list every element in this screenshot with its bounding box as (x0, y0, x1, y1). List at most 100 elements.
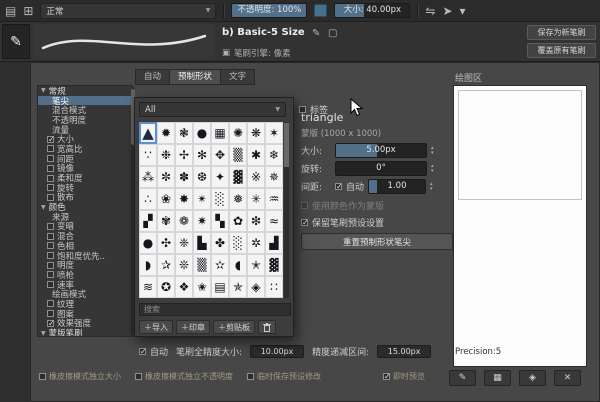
brush-tip-36[interactable]: ▚ (211, 210, 229, 232)
full-precision-input[interactable]: 10.00px (250, 345, 305, 358)
eraser-size-checkbox[interactable]: 橡皮擦模式独立大小 (39, 371, 121, 382)
option-明度[interactable]: 明度 (38, 260, 132, 271)
brush-tip-8[interactable]: ∵ (139, 144, 157, 166)
brush-tip-58[interactable]: ❖ (175, 276, 193, 298)
spinner-arrows[interactable]: ▴ ▾ (431, 145, 434, 156)
brush-tip-52[interactable]: ✫ (211, 254, 229, 276)
brush-tip-62[interactable]: ◈ (247, 276, 265, 298)
use-color-as-mask-checkbox[interactable]: 使用颜色作为蒙版 (301, 199, 384, 212)
brush-tip-25[interactable]: ❀ (157, 188, 175, 210)
brush-tip-22[interactable]: ※ (247, 166, 265, 188)
scratchpad-canvas[interactable] (453, 85, 587, 367)
brush-tip-53[interactable]: ◖ (229, 254, 247, 276)
brush-tip-40[interactable]: ● (139, 232, 157, 254)
document-icon[interactable]: ▤ (5, 5, 16, 17)
preserve-preset-checkbox[interactable]: 保留笔刷预设设置 (301, 216, 384, 229)
blend-mode-select[interactable]: 正常 ▼ (40, 2, 217, 19)
option-效果强度[interactable]: 效果强度 (38, 319, 132, 329)
brush-tip-28[interactable]: ░ (211, 188, 229, 210)
brush-tip-16[interactable]: ⁂ (139, 166, 157, 188)
brush-tip-49[interactable]: ✰ (157, 254, 175, 276)
fill-gradient-button[interactable]: ◈ (519, 370, 546, 386)
temp-save-checkbox[interactable]: 临时保存预设修改 (247, 371, 321, 382)
brush-tip-60[interactable]: ▤ (211, 276, 229, 298)
brush-tip-63[interactable]: ∷ (265, 276, 283, 298)
flow-icon[interactable]: ➤ (442, 5, 452, 17)
brush-tip-42[interactable]: ❈ (175, 232, 193, 254)
brush-tip-34[interactable]: ❁ (175, 210, 193, 232)
brush-tip-0[interactable]: ▲ (139, 122, 157, 144)
brush-tip-24[interactable]: ∴ (139, 188, 157, 210)
pressure-toggle-icon[interactable] (314, 4, 328, 17)
brush-tip-2[interactable]: ❃ (175, 122, 193, 144)
brush-tip-44[interactable]: ✤ (211, 232, 229, 254)
brush-tip-12[interactable]: ✥ (211, 144, 229, 166)
grid-icon[interactable]: ⊞ (23, 5, 33, 17)
spinner-arrows[interactable]: ▴ ▾ (430, 181, 433, 192)
brush-tip-23[interactable]: ✵ (265, 166, 283, 188)
tab-0[interactable]: 自动 (135, 69, 170, 85)
option-喷枪[interactable]: 喷枪 (38, 270, 132, 281)
brush-tip-21[interactable]: ▓ (229, 166, 247, 188)
tab-1[interactable]: 预制形状 (169, 69, 221, 85)
brush-tip-59[interactable]: ✬ (193, 276, 211, 298)
clear-scratchpad-button[interactable]: ✕ (554, 370, 581, 386)
fill-brush-button[interactable]: ✎ (449, 370, 476, 386)
option-大小[interactable]: 大小 (38, 134, 132, 145)
import-brush-button[interactable]: ＋导入 (139, 320, 173, 334)
tip-size-slider[interactable]: 5.00px (335, 143, 427, 158)
brush-tip-48[interactable]: ◗ (139, 254, 157, 276)
brush-tip-13[interactable]: ▒ (229, 144, 247, 166)
option-蒙版笔刷[interactable]: ▼ 蒙版笔刷 (38, 328, 132, 336)
brush-tip-29[interactable]: ❅ (229, 188, 247, 210)
precision-auto-checkbox[interactable]: 自动 (139, 345, 168, 358)
option-间距[interactable]: 间距 (38, 154, 132, 165)
brush-tip-17[interactable]: ✼ (157, 166, 175, 188)
fade-precision-input[interactable]: 15.00px (377, 345, 432, 358)
grid-scrollbar[interactable] (284, 122, 289, 298)
brush-tip-27[interactable]: ✴ (193, 188, 211, 210)
more-options-chevron-icon[interactable]: ▾ (460, 5, 466, 17)
brush-tip-33[interactable]: ✾ (157, 210, 175, 232)
option-宽高比[interactable]: 宽高比 (38, 144, 132, 155)
brush-tip-15[interactable]: ❄ (265, 144, 283, 166)
brush-tip-56[interactable]: ≋ (139, 276, 157, 298)
option-镜像[interactable]: 镜像 (38, 164, 132, 174)
brush-tip-9[interactable]: ❉ (157, 144, 175, 166)
brush-tip-19[interactable]: ❆ (193, 166, 211, 188)
spinner-arrows[interactable]: ▴ ▾ (431, 163, 434, 174)
brush-tip-31[interactable]: ♒ (265, 188, 283, 210)
brush-tip-37[interactable]: ✿ (229, 210, 247, 232)
tip-rotation-slider[interactable]: 0° (335, 161, 427, 176)
reset-predefined-tip-button[interactable]: 重置预制形状笔尖 (301, 233, 453, 250)
option-柔和度[interactable]: 柔和度 (38, 173, 132, 184)
option-绘画模式[interactable]: 绘画模式 (38, 289, 132, 300)
brush-tip-1[interactable]: ✹ (157, 122, 175, 144)
tag-filter-select[interactable]: All ▼ (139, 102, 286, 117)
brush-tip-41[interactable]: ✣ (157, 232, 175, 254)
stamp-brush-button[interactable]: ＋印章 (176, 320, 210, 334)
brush-tip-38[interactable]: ❇ (247, 210, 265, 232)
opacity-slider[interactable]: 不透明度: 100% (231, 3, 308, 18)
brush-tip-32[interactable]: ▞ (139, 210, 157, 232)
delete-brush-button[interactable] (258, 320, 276, 334)
brush-tip-43[interactable]: ▙ (193, 232, 211, 254)
brush-tip-35[interactable]: ✷ (193, 210, 211, 232)
detach-editor-icon[interactable]: ▢ (328, 28, 337, 39)
brush-tip-4[interactable]: ▦ (211, 122, 229, 144)
eraser-opacity-checkbox[interactable]: 橡皮擦模式独立不透明度 (135, 371, 233, 382)
brush-tip-39[interactable]: ≈ (265, 210, 283, 232)
brush-tip-47[interactable]: ▟ (265, 232, 283, 254)
spacing-auto-checkbox[interactable]: 自动 (335, 180, 364, 193)
brush-tip-3[interactable]: ● (193, 122, 211, 144)
overwrite-preset-button[interactable]: 覆盖原有笔刷 (527, 43, 596, 58)
option-流量[interactable]: 流量 (38, 125, 132, 136)
brush-tip-45[interactable]: ░ (229, 232, 247, 254)
brush-tip-50[interactable]: ❊ (175, 254, 193, 276)
fill-canvas-button[interactable]: ▦ (484, 370, 511, 386)
brush-tip-7[interactable]: ✶ (265, 122, 283, 144)
option-纹理[interactable]: 纹理 (38, 299, 132, 310)
brush-tip-20[interactable]: ✦ (211, 166, 229, 188)
brush-tip-5[interactable]: ✺ (229, 122, 247, 144)
brush-tip-51[interactable]: ▒ (193, 254, 211, 276)
